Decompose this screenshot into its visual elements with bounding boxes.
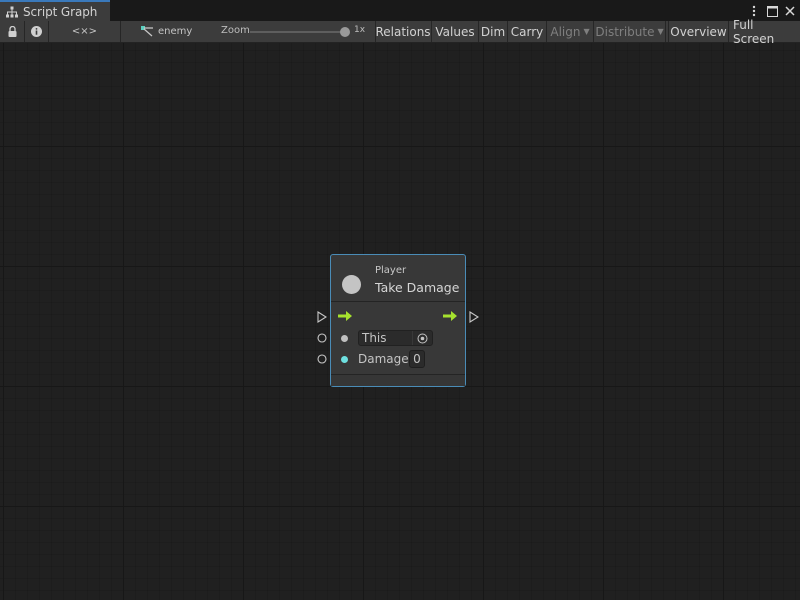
node-body: This Damage 0	[331, 303, 465, 374]
tab-title: Script Graph	[23, 5, 98, 19]
graph-toolbar: <×> enemy Zoom 1x Relations Values Dim C…	[0, 18, 800, 46]
chevron-down-icon: ▼	[583, 27, 590, 36]
damage-input-port-icon[interactable]	[317, 354, 327, 364]
target-type-dot-icon	[341, 335, 348, 342]
flow-in-arrow-icon	[338, 311, 352, 321]
tab-script-graph[interactable]: Script Graph	[0, 0, 110, 22]
full-screen-button[interactable]: Full Screen	[729, 18, 800, 46]
target-input-port-icon[interactable]	[317, 333, 327, 343]
dim-button[interactable]: Dim	[479, 21, 508, 42]
damage-type-dot-icon	[341, 356, 348, 363]
node-title: Take Damage	[375, 280, 460, 295]
carry-button[interactable]: Carry	[508, 21, 547, 42]
damage-label: Damage	[358, 352, 409, 366]
node-header: Player Take Damage	[331, 255, 465, 302]
relations-button[interactable]: Relations	[375, 21, 432, 42]
distribute-dropdown[interactable]: Distribute ▼	[594, 21, 666, 42]
zoom-slider-thumb[interactable]	[340, 27, 350, 37]
align-label: Align	[550, 24, 581, 39]
zoom-label: Zoom	[221, 25, 250, 36]
zoom-value: 1x	[354, 25, 366, 35]
align-dropdown[interactable]: Align ▼	[547, 21, 594, 42]
flow-input-port-icon[interactable]	[317, 311, 327, 323]
node-footer	[331, 374, 465, 386]
graph-icon	[141, 22, 154, 41]
graph-name[interactable]: enemy	[158, 26, 192, 37]
damage-field[interactable]: 0	[409, 350, 425, 368]
window-tab-bar: Script Graph	[0, 0, 800, 22]
chevron-down-icon: ▼	[657, 27, 664, 36]
node-type-icon	[342, 275, 361, 294]
info-icon	[31, 22, 42, 41]
lock-button[interactable]	[0, 21, 25, 42]
info-button[interactable]	[25, 21, 49, 42]
variables-button[interactable]: <×>	[49, 21, 121, 42]
flow-output-port-icon[interactable]	[469, 311, 479, 323]
zoom-slider-track[interactable]	[250, 31, 346, 33]
flow-out-arrow-icon	[443, 311, 457, 321]
target-field[interactable]: This	[358, 330, 433, 346]
lock-icon	[8, 22, 17, 41]
target-field-value: This	[362, 331, 387, 345]
node-subtitle: Player	[375, 265, 407, 276]
distribute-label: Distribute	[595, 24, 655, 39]
take-damage-node[interactable]: Player Take Damage This Damage 0	[330, 254, 466, 387]
object-picker-icon[interactable]	[412, 331, 432, 345]
overview-button[interactable]: Overview	[668, 21, 729, 42]
hierarchy-icon	[6, 3, 18, 22]
variables-icon: <×>	[71, 26, 98, 37]
values-button[interactable]: Values	[432, 21, 479, 42]
